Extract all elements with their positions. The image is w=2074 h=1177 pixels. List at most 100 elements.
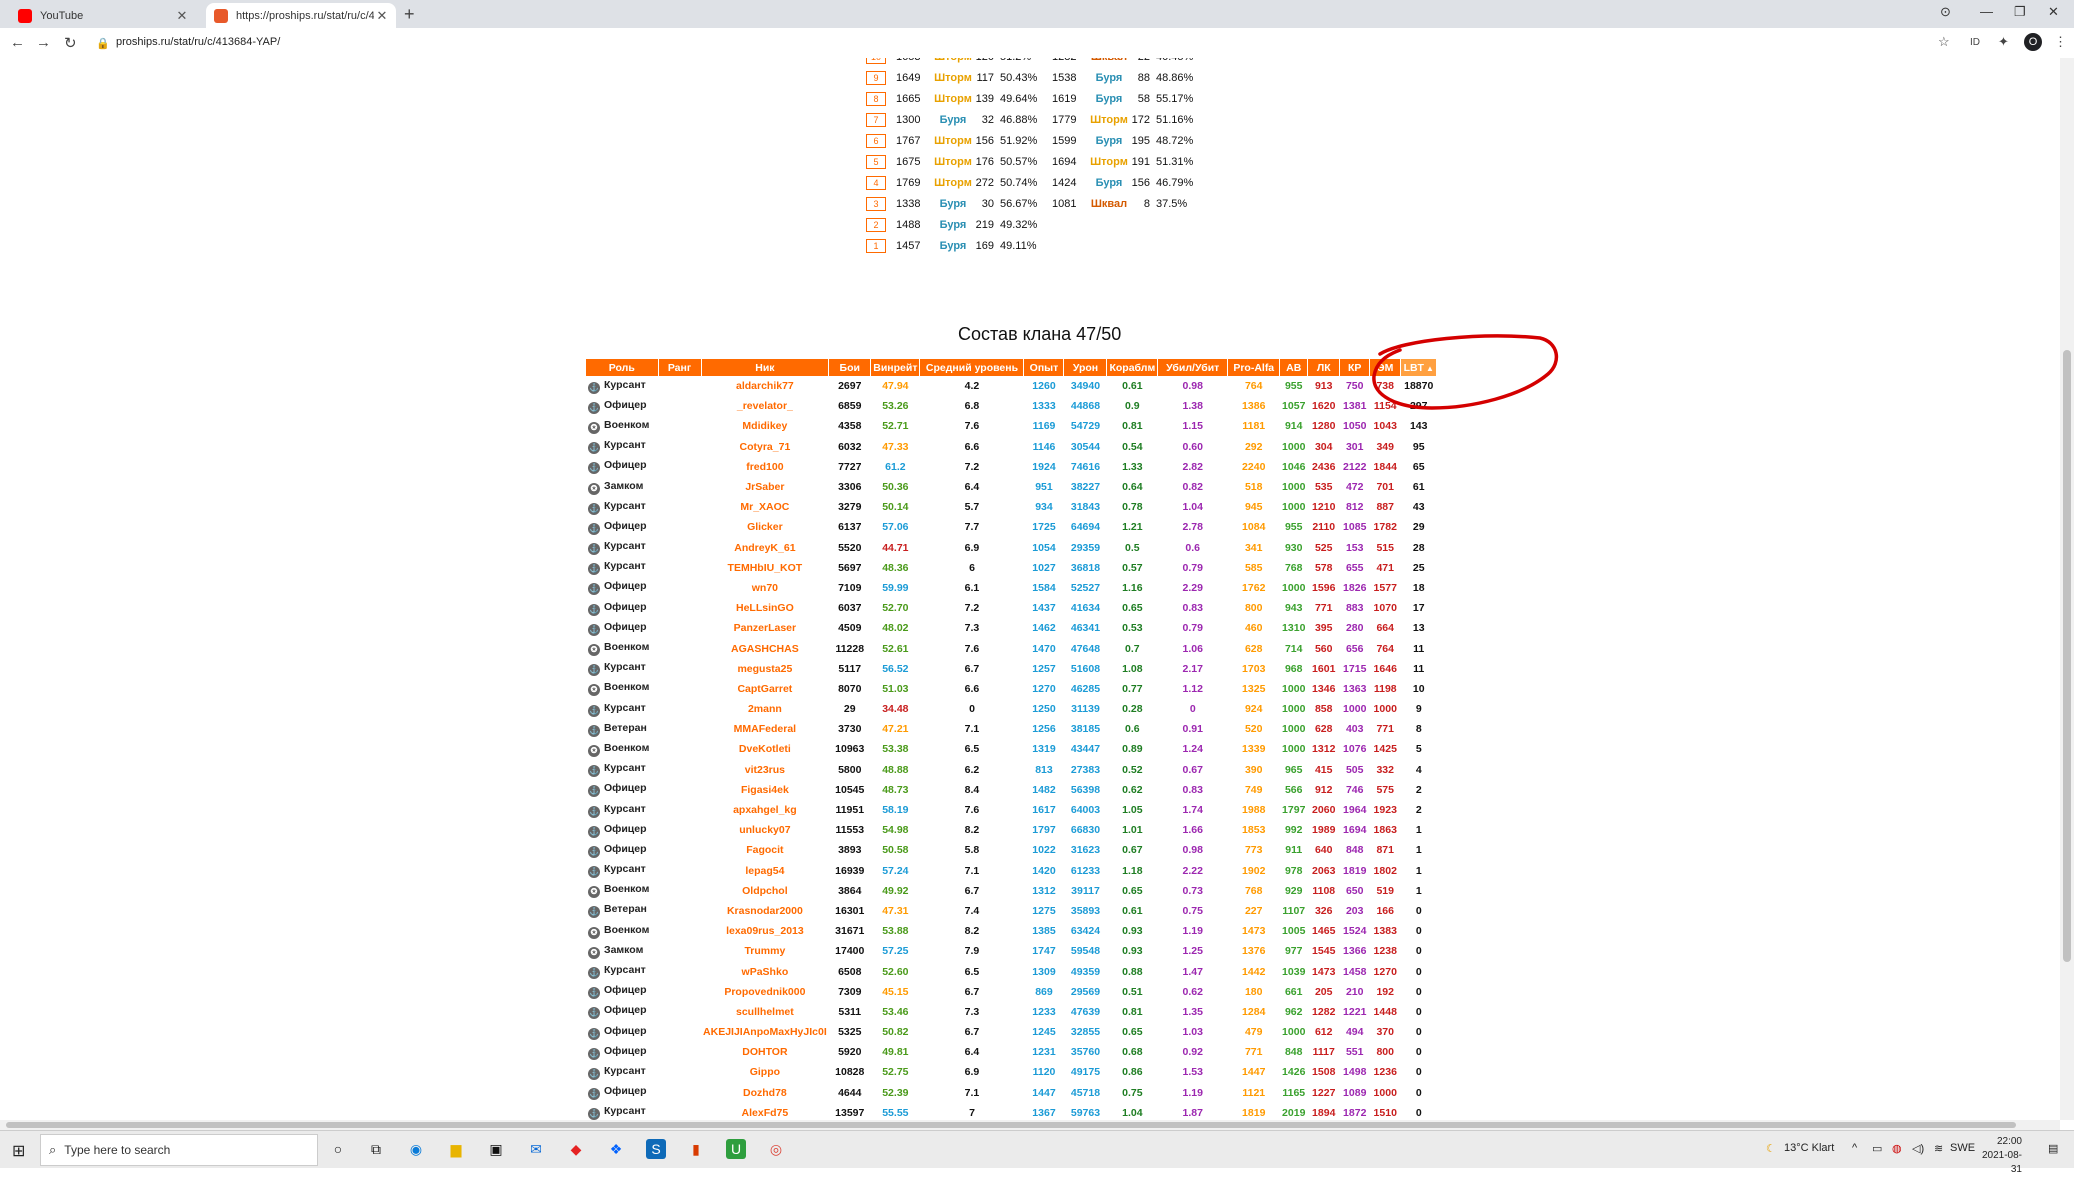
nick-link[interactable]: scullhelmet — [736, 1006, 794, 1018]
table-cell[interactable]: 2mann — [701, 699, 829, 719]
column-header[interactable]: Pro-Alfa — [1227, 359, 1281, 376]
nick-link[interactable]: Fagocit — [746, 844, 783, 856]
nick-link[interactable]: wPaShko — [742, 966, 789, 978]
chrome-icon[interactable]: ◎ — [766, 1139, 786, 1159]
column-header[interactable]: Ник — [701, 359, 830, 376]
table-cell[interactable]: _revelator_ — [701, 396, 829, 416]
nick-link[interactable]: unlucky07 — [739, 824, 790, 836]
mail-icon[interactable]: ✉ — [526, 1139, 546, 1159]
table-cell[interactable]: MMAFederal — [701, 719, 829, 739]
app-green-icon[interactable]: U — [726, 1139, 746, 1159]
nick-link[interactable]: Gippo — [750, 1066, 780, 1078]
close-tab-icon[interactable]: ✕ — [374, 8, 390, 24]
app-red-diamond-icon[interactable]: ◆ — [566, 1139, 586, 1159]
tab-youtube[interactable]: YouTube ✕ — [10, 3, 196, 28]
extensions-puzzle-icon[interactable]: ✦ — [1998, 34, 2009, 50]
column-header[interactable]: Средний уровень — [919, 359, 1025, 376]
weather-icon[interactable]: ☾ — [1766, 1142, 1776, 1155]
table-cell[interactable]: scullhelmet — [701, 1002, 829, 1022]
table-cell[interactable]: Trummy — [701, 941, 829, 961]
nick-link[interactable]: AlexFd75 — [742, 1107, 789, 1119]
forward-button[interactable]: → — [36, 34, 51, 51]
table-cell[interactable]: Cotyra_71 — [701, 437, 829, 457]
edge-icon[interactable]: ◉ — [406, 1139, 426, 1159]
table-cell[interactable]: AndreyK_61 — [701, 538, 829, 558]
task-view-icon[interactable]: ⧉ — [366, 1139, 386, 1159]
volume-icon[interactable]: ◁) — [1912, 1142, 1924, 1155]
table-cell[interactable]: DveKotleti — [701, 739, 829, 759]
column-header[interactable]: Убил/Убит — [1157, 359, 1229, 376]
column-header[interactable]: Урон — [1063, 359, 1108, 376]
vertical-scrollbar-thumb[interactable] — [2063, 350, 2071, 962]
taskbar-clock[interactable]: 22:00 2021-08-31 — [1972, 1135, 2022, 1177]
nick-link[interactable]: lexa09rus_2013 — [726, 925, 804, 937]
nick-link[interactable]: AGASHCHAS — [731, 643, 799, 655]
column-header[interactable]: Ранг — [658, 359, 702, 376]
table-cell[interactable]: lepag54 — [701, 861, 829, 881]
table-cell[interactable]: Glicker — [701, 517, 829, 537]
table-cell[interactable]: Fagocit — [701, 840, 829, 860]
column-header[interactable]: Кораблм — [1106, 359, 1159, 376]
nick-link[interactable]: fred100 — [746, 461, 783, 473]
extension-id-icon[interactable]: ID — [1970, 37, 1980, 48]
minimize-button[interactable]: — — [1980, 4, 1993, 19]
bookmark-star-icon[interactable]: ☆ — [1938, 34, 1950, 50]
nick-link[interactable]: Figasi4ek — [741, 784, 789, 796]
tab-proships[interactable]: https://proships.ru/stat/ru/c/413 ✕ — [206, 3, 396, 28]
back-button[interactable]: ← — [10, 34, 25, 51]
tray-app-icon[interactable]: ▭ — [1872, 1142, 1882, 1155]
reload-button[interactable]: ↻ — [64, 34, 77, 52]
table-cell[interactable]: wn70 — [701, 578, 829, 598]
column-header[interactable]: Опыт — [1023, 359, 1065, 376]
table-cell[interactable]: CaptGarret — [701, 679, 829, 699]
table-cell[interactable]: wPaShko — [701, 961, 829, 981]
table-cell[interactable]: Gippo — [701, 1062, 829, 1082]
nick-link[interactable]: Krasnodar2000 — [727, 905, 803, 917]
table-cell[interactable]: Krasnodar2000 — [701, 901, 829, 921]
table-cell[interactable]: Mr_XAOC — [701, 497, 829, 517]
nick-link[interactable]: aldarchik77 — [736, 380, 794, 392]
table-cell[interactable]: PanzerLaser — [701, 618, 829, 638]
nick-link[interactable]: DveKotleti — [739, 743, 791, 755]
table-cell[interactable]: AGASHCHAS — [701, 638, 829, 658]
nick-link[interactable]: Mdidikey — [742, 420, 787, 432]
tab-search-icon[interactable]: ⊙ — [1940, 4, 1951, 20]
nick-link[interactable]: AndreyK_61 — [734, 542, 795, 554]
close-tab-icon[interactable]: ✕ — [174, 8, 190, 24]
table-cell[interactable]: AKEJIJIAnpoMaxHyJIc0I — [701, 1022, 829, 1042]
notifications-icon[interactable]: ▤ — [2048, 1142, 2058, 1155]
nick-link[interactable]: wn70 — [752, 582, 778, 594]
nick-link[interactable]: Dozhd78 — [743, 1087, 787, 1099]
nick-link[interactable]: Propovednik000 — [724, 986, 805, 998]
nick-link[interactable]: TEMHbIU_KOT — [728, 562, 803, 574]
nick-link[interactable]: Oldpchol — [742, 885, 788, 897]
table-cell[interactable]: TEMHbIU_KOT — [701, 558, 829, 578]
nick-link[interactable]: Trummy — [744, 945, 785, 957]
column-header[interactable]: ЛК — [1307, 359, 1341, 376]
nick-link[interactable]: vit23rus — [745, 764, 785, 776]
table-cell[interactable]: HeLLsinGO — [701, 598, 829, 618]
windows-start-icon[interactable]: ⊞ — [12, 1141, 25, 1161]
menu-kebab-icon[interactable]: ⋮ — [2054, 34, 2067, 50]
table-cell[interactable]: Propovednik000 — [701, 982, 829, 1002]
horizontal-scrollbar-thumb[interactable] — [6, 1122, 2016, 1128]
table-cell[interactable]: Dozhd78 — [701, 1083, 829, 1103]
table-cell[interactable]: vit23rus — [701, 760, 829, 780]
network-icon[interactable]: ≋ — [1934, 1142, 1943, 1155]
nick-link[interactable]: CaptGarret — [737, 683, 792, 695]
close-window-button[interactable]: ✕ — [2048, 4, 2059, 20]
table-cell[interactable]: unlucky07 — [701, 820, 829, 840]
tray-chevron-icon[interactable]: ^ — [1852, 1142, 1857, 1154]
table-cell[interactable]: JrSaber — [701, 477, 829, 497]
new-tab-button[interactable]: + — [404, 4, 415, 25]
tray-antivirus-icon[interactable]: ◍ — [1892, 1142, 1902, 1155]
maximize-button[interactable]: ❐ — [2014, 4, 2026, 20]
table-cell[interactable]: megusta25 — [701, 659, 829, 679]
cortana-icon[interactable]: ○ — [328, 1139, 348, 1159]
nick-link[interactable]: megusta25 — [737, 663, 792, 675]
table-cell[interactable]: DOHTOR — [701, 1042, 829, 1062]
nick-link[interactable]: PanzerLaser — [734, 622, 796, 634]
app-blue-icon[interactable]: S — [646, 1139, 666, 1159]
dropbox-icon[interactable]: ❖ — [606, 1139, 626, 1159]
file-explorer-icon[interactable]: ▆ — [446, 1139, 466, 1159]
